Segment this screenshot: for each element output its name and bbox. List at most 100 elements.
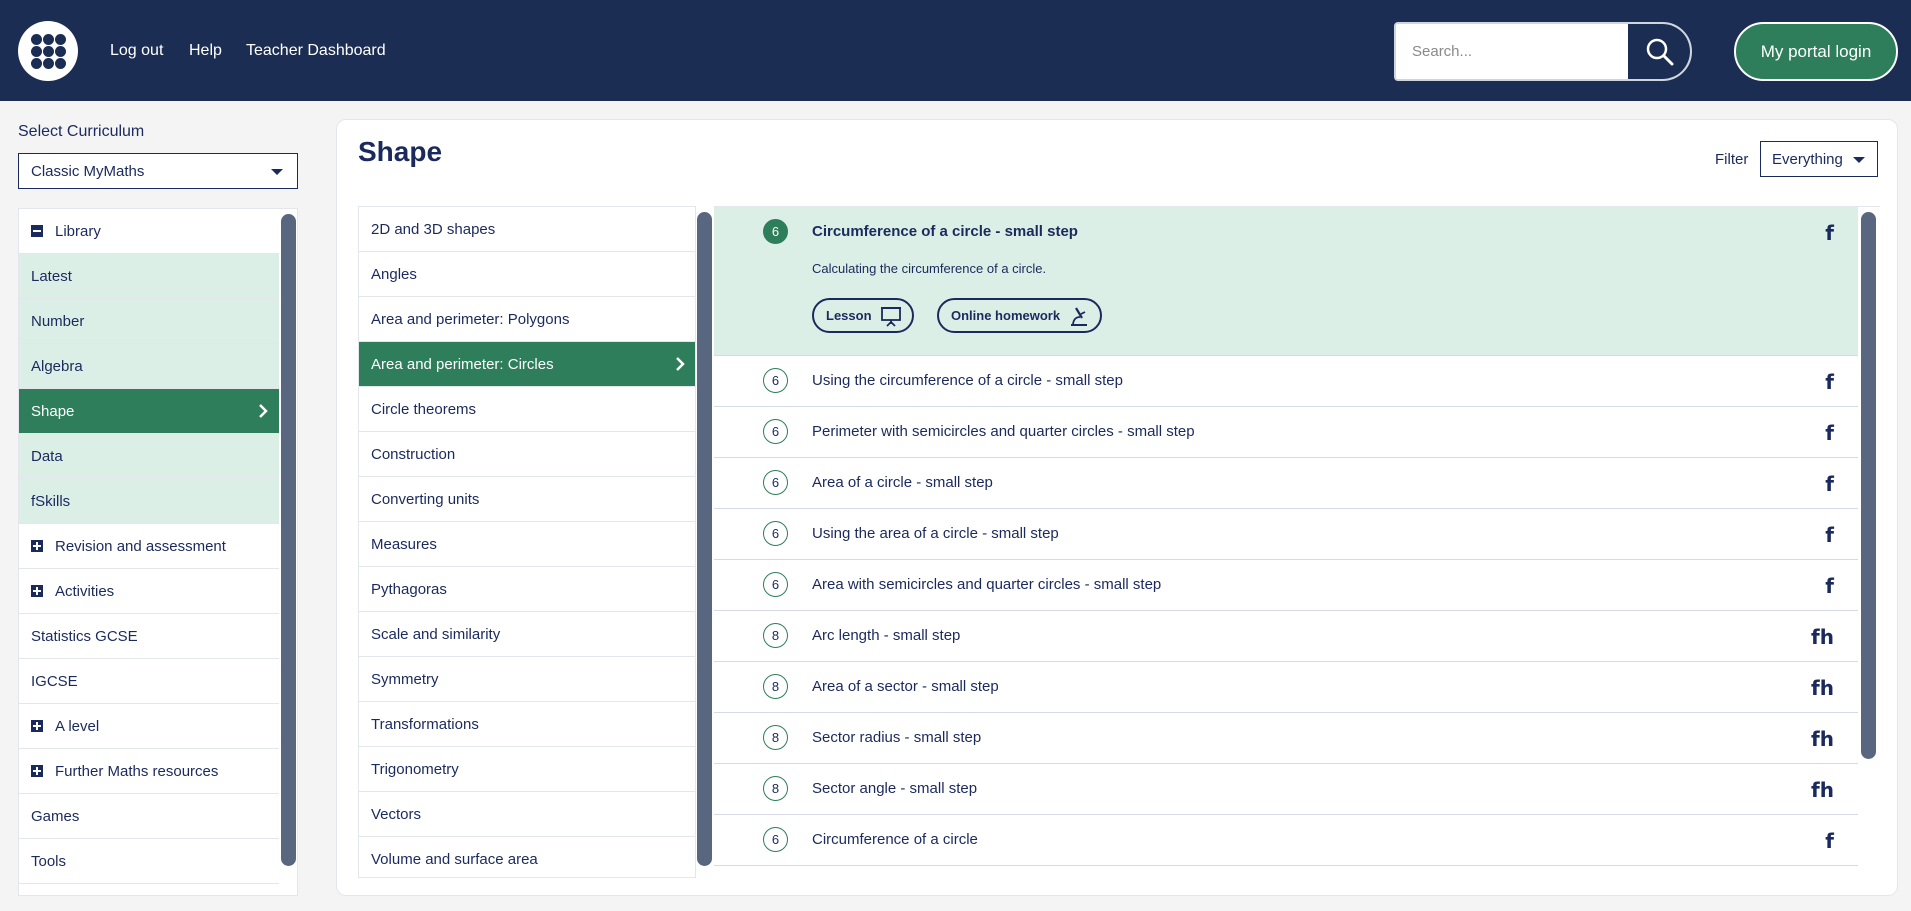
sidebar-item-data[interactable]: Data: [19, 434, 279, 479]
sidebar-item-library[interactable]: Library: [19, 209, 279, 254]
lesson-button[interactable]: Lesson: [812, 298, 914, 333]
lesson-title[interactable]: Circumference of a circle - small step: [812, 223, 1078, 240]
sidebar-item-shape[interactable]: Shape: [19, 389, 279, 434]
lesson-title[interactable]: Area of a sector - small step: [812, 678, 999, 695]
tier-label: f: [1825, 421, 1834, 445]
sidebar-item-label: A level: [55, 717, 100, 735]
lesson-row[interactable]: 6 Area of a circle - small step f: [714, 458, 1858, 509]
sidebar-scrollbar[interactable]: [281, 214, 296, 866]
topic-item[interactable]: Pythagoras: [359, 567, 695, 612]
sidebar-item-games[interactable]: Games: [19, 794, 279, 839]
sidebar-item-igcse[interactable]: IGCSE: [19, 659, 279, 704]
logo-dot: [55, 34, 66, 45]
lesson-title[interactable]: Area of a circle - small step: [812, 474, 993, 491]
lesson-title[interactable]: Perimeter with semicircles and quarter c…: [812, 423, 1195, 440]
curriculum-select[interactable]: Classic MyMaths: [18, 153, 298, 189]
lesson-list-panel: 6 Circumference of a circle - small step…: [714, 206, 1880, 878]
sidebar-item-latest[interactable]: Latest: [19, 254, 279, 299]
teacher-dashboard-link[interactable]: Teacher Dashboard: [246, 42, 386, 60]
tier-label: f: [1825, 370, 1834, 394]
sidebar-item-a-level[interactable]: A level: [19, 704, 279, 749]
topic-item[interactable]: Transformations: [359, 702, 695, 747]
logo-dot: [55, 58, 66, 69]
lesson-row[interactable]: 6 Using the area of a circle - small ste…: [714, 509, 1858, 560]
chevron-right-icon: [676, 357, 685, 371]
topic-item[interactable]: Circle theorems: [359, 387, 695, 432]
filter-select[interactable]: Everything: [1760, 141, 1878, 177]
lesson-title[interactable]: Arc length - small step: [812, 627, 960, 644]
topic-item[interactable]: Vectors: [359, 792, 695, 837]
sidebar-item-label: Revision and assessment: [55, 537, 226, 555]
sidebar-item-label: Activities: [55, 582, 115, 600]
lesson-scrollbar[interactable]: [1861, 212, 1876, 759]
sidebar-item-revision[interactable]: Revision and assessment: [19, 524, 279, 569]
topic-item[interactable]: Converting units: [359, 477, 695, 522]
sidebar-item-label: fSkills: [31, 492, 71, 510]
sidebar-item-number[interactable]: Number: [19, 299, 279, 344]
lesson-button-label: Lesson: [826, 308, 872, 323]
topic-label: Measures: [371, 535, 437, 553]
plus-box-icon: [31, 585, 43, 597]
level-badge: 8: [763, 776, 788, 801]
level-badge: 8: [763, 725, 788, 750]
topic-item[interactable]: 2D and 3D shapes: [359, 207, 695, 252]
lesson-row[interactable]: 8 Arc length - small step fh: [714, 611, 1858, 662]
topic-item[interactable]: Measures: [359, 522, 695, 567]
sidebar-item-label: Tools: [31, 852, 67, 870]
level-badge: 6: [763, 368, 788, 393]
sidebar-item-statistics-gcse[interactable]: Statistics GCSE: [19, 614, 279, 659]
online-homework-button[interactable]: Online homework: [937, 298, 1103, 333]
sidebar-item-label: Games: [31, 807, 80, 825]
sidebar-item-label: Algebra: [31, 357, 83, 375]
sidebar-item-activities[interactable]: Activities: [19, 569, 279, 614]
topic-label: Area and perimeter: Circles: [371, 355, 554, 373]
plus-box-icon: [31, 540, 43, 552]
lesson-row[interactable]: 6 Perimeter with semicircles and quarter…: [714, 407, 1858, 458]
lesson-title[interactable]: Using the area of a circle - small step: [812, 525, 1059, 542]
lesson-title[interactable]: Sector angle - small step: [812, 780, 977, 797]
topic-item-active[interactable]: Area and perimeter: Circles: [359, 342, 695, 387]
topic-item[interactable]: Area and perimeter: Polygons: [359, 297, 695, 342]
logout-link[interactable]: Log out: [110, 42, 163, 60]
logo-dot: [55, 46, 66, 57]
search-input[interactable]: [1396, 24, 1628, 79]
topic-label: Converting units: [371, 490, 480, 508]
lesson-row[interactable]: 8 Sector radius - small step fh: [714, 713, 1858, 764]
sidebar-item-label: Number: [31, 312, 85, 330]
presentation-board-icon: [880, 306, 901, 327]
portal-login-button[interactable]: My portal login: [1734, 22, 1898, 81]
topic-item[interactable]: Scale and similarity: [359, 612, 695, 657]
lesson-row[interactable]: 8 Area of a sector - small step fh: [714, 662, 1858, 713]
topic-item[interactable]: Symmetry: [359, 657, 695, 702]
sidebar-item-label: Statistics GCSE: [31, 627, 138, 645]
help-link[interactable]: Help: [189, 42, 222, 60]
sidebar-item-algebra[interactable]: Algebra: [19, 344, 279, 389]
topic-item[interactable]: Volume and surface area: [359, 837, 695, 877]
sidebar-item-fskills[interactable]: fSkills: [19, 479, 279, 524]
sidebar-item-further-maths[interactable]: Further Maths resources: [19, 749, 279, 794]
library-nav-panel: Library Latest Number Algebra Shape Data…: [18, 208, 298, 896]
tier-label: f: [1825, 221, 1834, 245]
lesson-row[interactable]: 6 Area with semicircles and quarter circ…: [714, 560, 1858, 611]
topic-item[interactable]: Angles: [359, 252, 695, 297]
topic-scrollbar[interactable]: [697, 212, 712, 866]
sidebar-item-tools[interactable]: Tools: [19, 839, 279, 884]
topic-list-panel: 2D and 3D shapes Angles Area and perimet…: [358, 206, 696, 878]
topic-item[interactable]: Construction: [359, 432, 695, 477]
level-badge: 6: [763, 521, 788, 546]
lesson-row[interactable]: 8 Sector angle - small step fh: [714, 764, 1858, 815]
topic-label: Vectors: [371, 805, 422, 823]
search-button[interactable]: [1628, 24, 1690, 79]
lesson-row-expanded[interactable]: 6 Circumference of a circle - small step…: [714, 207, 1858, 356]
filter-label: Filter: [1715, 151, 1749, 168]
lesson-row[interactable]: 6 Using the circumference of a circle - …: [714, 356, 1858, 407]
app-grid-logo-icon[interactable]: [18, 21, 78, 81]
lesson-title[interactable]: Area with semicircles and quarter circle…: [812, 576, 1161, 593]
lesson-title[interactable]: Sector radius - small step: [812, 729, 981, 746]
topic-item[interactable]: Trigonometry: [359, 747, 695, 792]
lesson-title[interactable]: Circumference of a circle: [812, 831, 978, 848]
lesson-title[interactable]: Using the circumference of a circle - sm…: [812, 372, 1123, 389]
caret-down-icon: [1853, 157, 1865, 163]
level-badge: 6: [763, 470, 788, 495]
lesson-row[interactable]: 6 Circumference of a circle f: [714, 815, 1858, 866]
